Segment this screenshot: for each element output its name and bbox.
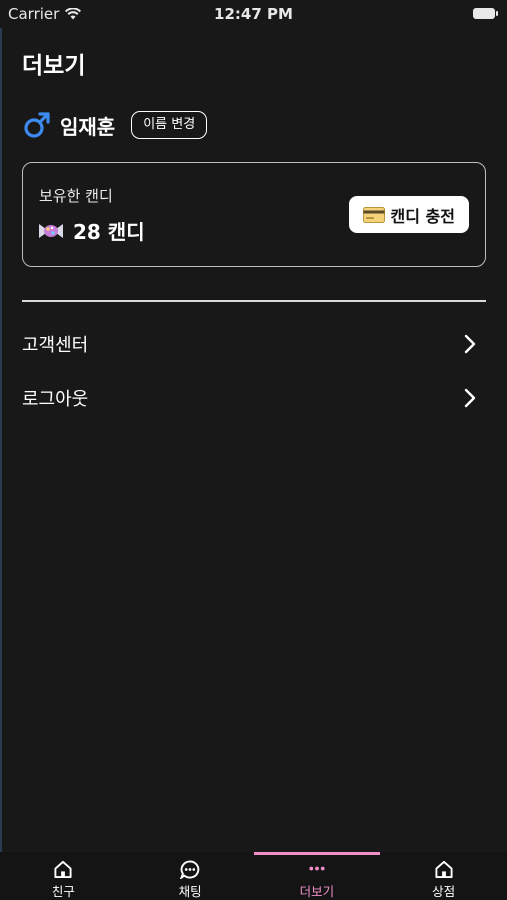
menu-item-label: 고객센터 [22,335,89,356]
home-icon [435,860,453,879]
status-bar: Carrier 12:47 PM [0,0,507,28]
home-icon [54,860,72,879]
page-title: 더보기 [22,53,86,79]
candy-icon [39,223,63,238]
credit-card-icon [362,206,385,223]
chevron-right-icon [464,334,476,354]
tab-label: 친구 [51,884,75,899]
menu-item-customer-center[interactable]: 고객센터 [22,324,486,364]
battery-icon [473,8,498,19]
candy-amount: 28 캔디 [73,220,145,244]
candy-amount-row: 28 캔디 [37,216,145,245]
more-dots-icon [309,866,325,871]
charge-candy-label: 캔디 충전 [390,206,455,226]
active-tab-indicator [253,852,381,855]
tab-shop[interactable]: 상점 [380,852,507,900]
rename-button[interactable]: 이름 변경 [131,111,208,139]
chevron-right-icon [464,388,476,408]
user-name: 임재훈 [60,114,116,139]
menu-item-label: 로그아웃 [22,389,89,410]
status-time: 12:47 PM [214,5,293,23]
candy-balance-card: 보유한 캔디 28 캔디 캔디 충전 [22,162,486,267]
chat-bubble-icon [180,860,200,879]
tab-chat[interactable]: 채팅 [127,852,254,900]
charge-candy-button[interactable]: 캔디 충전 [348,196,469,233]
candy-balance-label: 보유한 캔디 [39,187,113,205]
tab-friends[interactable]: 친구 [0,852,127,900]
menu-item-logout[interactable]: 로그아웃 [22,378,486,418]
window-edge [0,28,2,852]
tab-more[interactable]: 더보기 [253,852,381,900]
tab-bar: 친구 채팅 더보기 상점 [0,852,507,900]
tab-label: 채팅 [178,884,202,899]
tab-label: 더보기 [299,884,335,899]
profile-row: 임재훈 이름 변경 [22,110,208,140]
male-symbol-icon [24,112,50,138]
tab-label: 상점 [432,884,456,899]
section-divider [22,300,486,302]
